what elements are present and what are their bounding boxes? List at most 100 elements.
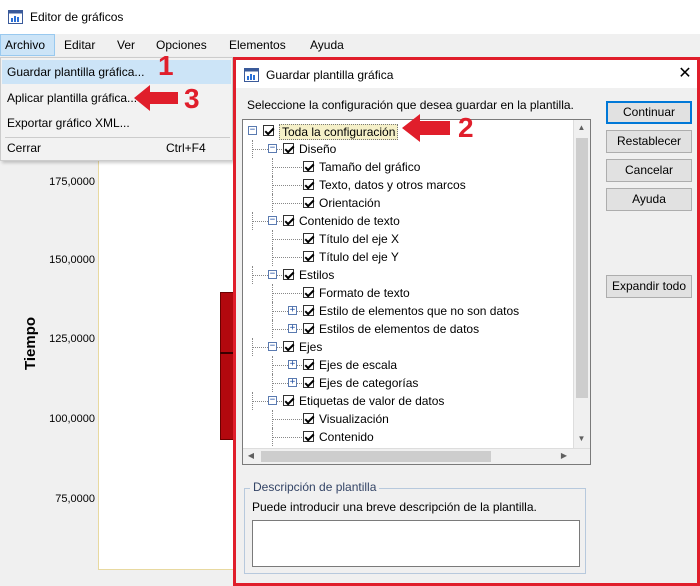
tree-item[interactable]: − Etiquetas de valor de datos bbox=[243, 392, 573, 410]
collapse-icon[interactable]: − bbox=[268, 144, 277, 153]
tree-item[interactable]: Tamaño del gráfico bbox=[243, 158, 573, 176]
checkbox[interactable] bbox=[283, 269, 294, 280]
menu-shortcut: Ctrl+F4 bbox=[166, 141, 206, 155]
collapse-icon[interactable]: − bbox=[248, 126, 257, 135]
tree-item-label: Título del eje X bbox=[319, 232, 400, 246]
dialog-titlebar: Guardar plantilla gráfica ✕ bbox=[236, 60, 697, 88]
tree-item[interactable]: − Contenido de texto bbox=[243, 212, 573, 230]
tree-connector bbox=[272, 302, 273, 320]
tree-connector bbox=[272, 194, 273, 212]
menu-ver[interactable]: Ver bbox=[117, 38, 135, 52]
description-textarea[interactable] bbox=[252, 520, 580, 567]
tree-connector bbox=[272, 185, 302, 186]
tree-item[interactable]: Orientación bbox=[243, 194, 573, 212]
tree-item-label: Visualización bbox=[319, 412, 389, 426]
menu-item-exportar-xml[interactable]: Exportar gráfico XML... bbox=[7, 116, 130, 130]
tree-item-label: Diseño bbox=[299, 142, 337, 156]
menu-elementos[interactable]: Elementos bbox=[229, 38, 286, 52]
expand-icon[interactable]: + bbox=[288, 324, 297, 333]
scroll-up-icon[interactable]: ▲ bbox=[573, 120, 590, 136]
checkbox[interactable] bbox=[283, 395, 294, 406]
y-axis-title[interactable]: Tiempo bbox=[22, 317, 42, 370]
description-legend: Descripción de plantilla bbox=[250, 480, 380, 494]
continue-button[interactable]: Continuar bbox=[606, 101, 692, 124]
tree-item-label: Formato de texto bbox=[319, 286, 410, 300]
checkbox[interactable] bbox=[303, 233, 314, 244]
plot-area[interactable] bbox=[98, 158, 240, 570]
checkbox[interactable] bbox=[263, 125, 274, 136]
tree-item[interactable]: Formato de texto bbox=[243, 284, 573, 302]
collapse-icon[interactable]: − bbox=[268, 396, 277, 405]
tree-connector bbox=[272, 410, 273, 428]
expand-icon[interactable]: + bbox=[288, 378, 297, 387]
y-tick-label: 100,0000 bbox=[49, 413, 95, 425]
tree-item[interactable]: Contenido bbox=[243, 428, 573, 446]
checkbox[interactable] bbox=[303, 287, 314, 298]
checkbox[interactable] bbox=[303, 197, 314, 208]
tree-connector bbox=[272, 383, 302, 384]
close-icon[interactable]: ✕ bbox=[677, 63, 693, 83]
checkbox[interactable] bbox=[283, 143, 294, 154]
checkbox[interactable] bbox=[303, 359, 314, 370]
tree-connector bbox=[272, 320, 273, 338]
tree-item[interactable]: − Ejes bbox=[243, 338, 573, 356]
tree-item-label: Toda la configuración bbox=[279, 124, 399, 140]
expand-icon[interactable]: + bbox=[288, 306, 297, 315]
checkbox[interactable] bbox=[283, 215, 294, 226]
y-tick-label: 175,0000 bbox=[49, 176, 95, 188]
checkbox[interactable] bbox=[283, 341, 294, 352]
horizontal-scroll-thumb[interactable] bbox=[261, 451, 491, 462]
tree-item[interactable]: − Estilos bbox=[243, 266, 573, 284]
checkbox[interactable] bbox=[303, 431, 314, 442]
tree-item-label: Estilo de elementos que no son datos bbox=[319, 304, 520, 318]
tree-item[interactable]: Texto, datos y otros marcos bbox=[243, 176, 573, 194]
checkbox[interactable] bbox=[303, 161, 314, 172]
tree-item[interactable]: + Ejes de categorías bbox=[243, 374, 573, 392]
tree-connector bbox=[252, 149, 282, 150]
menu-item-guardar-plantilla[interactable]: Guardar plantilla gráfica... bbox=[7, 65, 144, 79]
scroll-right-icon[interactable]: ▶ bbox=[556, 448, 572, 464]
tree-item[interactable]: + Ejes de escala bbox=[243, 356, 573, 374]
cancel-button[interactable]: Cancelar bbox=[606, 159, 692, 182]
tree-item[interactable]: + Estilos de elementos de datos bbox=[243, 320, 573, 338]
y-tick-label: 75,0000 bbox=[55, 493, 95, 505]
tree-item-label: Ejes de categorías bbox=[319, 376, 419, 390]
tree-connector bbox=[272, 248, 273, 266]
tree-item-label: Orientación bbox=[319, 196, 381, 210]
vertical-scroll-thumb[interactable] bbox=[576, 138, 588, 398]
tree-item-label: Contenido de texto bbox=[299, 214, 400, 228]
chart-editor-icon bbox=[8, 10, 23, 24]
collapse-icon[interactable]: − bbox=[268, 216, 277, 225]
tree-item-label: Ejes de escala bbox=[319, 358, 398, 372]
tree-connector bbox=[252, 266, 253, 284]
menu-archivo[interactable]: Archivo bbox=[0, 34, 55, 56]
y-tick-label: 150,0000 bbox=[49, 254, 95, 266]
tree-item[interactable]: Título del eje Y bbox=[243, 248, 573, 266]
collapse-icon[interactable]: − bbox=[268, 270, 277, 279]
scroll-down-icon[interactable]: ▼ bbox=[573, 431, 590, 447]
tree-connector bbox=[272, 374, 273, 392]
menu-editar[interactable]: Editar bbox=[64, 38, 95, 52]
menu-item-cerrar[interactable]: Cerrar bbox=[7, 141, 41, 155]
collapse-icon[interactable]: − bbox=[268, 342, 277, 351]
tree-item[interactable]: Visualización bbox=[243, 410, 573, 428]
checkbox[interactable] bbox=[303, 323, 314, 334]
checkbox[interactable] bbox=[303, 251, 314, 262]
scroll-left-icon[interactable]: ◀ bbox=[243, 448, 259, 464]
help-button[interactable]: Ayuda bbox=[606, 188, 692, 211]
settings-tree[interactable]: − Toda la configuración − Diseño Tamaño del … bbox=[242, 119, 591, 465]
tree-item[interactable]: Título del eje X bbox=[243, 230, 573, 248]
reset-button[interactable]: Restablecer bbox=[606, 130, 692, 153]
checkbox[interactable] bbox=[303, 305, 314, 316]
checkbox[interactable] bbox=[303, 413, 314, 424]
menubar: Archivo Editar Ver Opciones Elementos Ay… bbox=[0, 34, 700, 56]
menu-item-aplicar-plantilla[interactable]: Aplicar plantilla gráfica... bbox=[7, 91, 137, 105]
expand-icon[interactable]: + bbox=[288, 360, 297, 369]
expand-all-button[interactable]: Expandir todo bbox=[606, 275, 692, 298]
chart-editor-icon bbox=[244, 68, 259, 82]
menu-ayuda[interactable]: Ayuda bbox=[310, 38, 344, 52]
checkbox[interactable] bbox=[303, 179, 314, 190]
checkbox[interactable] bbox=[303, 377, 314, 388]
tree-item[interactable]: + Estilo de elementos que no son datos bbox=[243, 302, 573, 320]
tree-connector bbox=[252, 401, 282, 402]
